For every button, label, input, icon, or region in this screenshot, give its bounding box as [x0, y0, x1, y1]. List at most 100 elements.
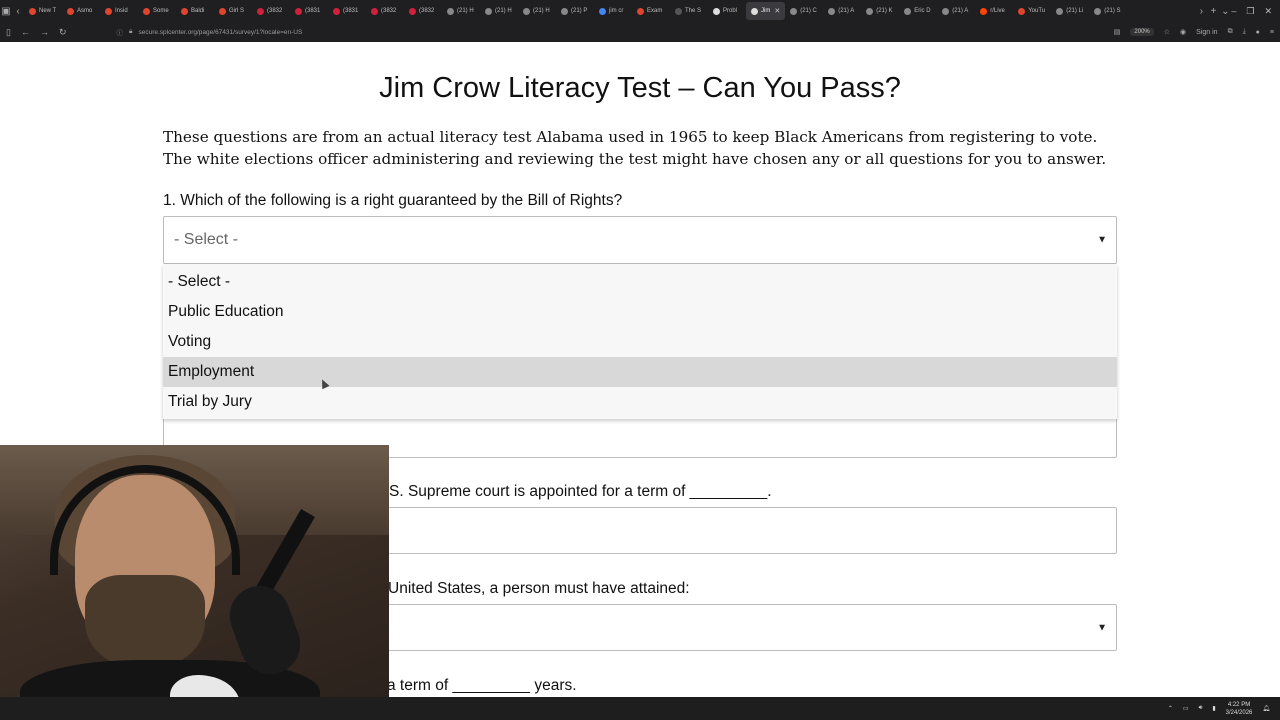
bookmark-star-icon[interactable]: ☆	[1164, 28, 1170, 36]
tab-label: Eric D	[914, 8, 931, 14]
back-icon[interactable]: ←	[21, 27, 30, 37]
new-tab-icon[interactable]: +	[1207, 6, 1219, 17]
dropdown-arrow-icon[interactable]: ▼	[1097, 235, 1107, 246]
browser-tab-bar: ▣ ‹ New T Asmo Insid Some Baldi Girl S (3832 (3…	[0, 0, 1280, 22]
tab-label: (21) Li	[1066, 8, 1084, 14]
tab-favicon-icon	[599, 7, 606, 15]
tab-favicon-icon	[904, 7, 912, 15]
browser-tab[interactable]: Jim ✕	[746, 2, 786, 20]
webcam-overlay	[0, 445, 389, 720]
notification-icon[interactable]: ●	[1256, 29, 1260, 36]
network-icon[interactable]: ▭	[1183, 705, 1189, 712]
browser-tab[interactable]: The S	[670, 2, 708, 20]
sidebar-toggle-icon[interactable]: ▯	[6, 27, 11, 38]
browser-tab[interactable]: (21) A	[823, 2, 861, 20]
browser-tab[interactable]: (3832	[252, 2, 290, 20]
browser-tab[interactable]: (21) H	[442, 2, 480, 20]
browser-tab[interactable]: Eric D	[899, 2, 937, 20]
tab-label: (21) H	[457, 8, 474, 14]
tab-list-icon[interactable]: ⌄	[1219, 6, 1231, 17]
clock-time: 4:22 PM	[1227, 701, 1251, 708]
tab-label: (21) A	[838, 8, 855, 14]
tab-menu-icon[interactable]: ▣	[0, 6, 12, 17]
browser-tab[interactable]: YouTu	[1013, 2, 1051, 20]
tab-close-icon[interactable]: ✕	[774, 7, 780, 15]
dropdown-option[interactable]: - Select -	[163, 267, 1117, 297]
sign-in-link[interactable]: Sign in	[1196, 29, 1217, 36]
browser-tab[interactable]: Girl S	[214, 2, 252, 20]
question-1-select[interactable]: - Select - ▼	[163, 216, 1117, 264]
dropdown-option[interactable]: Trial by Jury	[163, 387, 1117, 417]
account-icon[interactable]: ◉	[1180, 28, 1186, 36]
close-window-icon[interactable]: ✕	[1264, 6, 1272, 17]
browser-tab[interactable]: (21) H	[518, 2, 556, 20]
tab-favicon-icon	[637, 7, 644, 15]
browser-tab[interactable]: (21) P	[556, 2, 594, 20]
browser-tab[interactable]: Some	[138, 2, 176, 20]
browser-tab[interactable]: (3831	[290, 2, 328, 20]
browser-tab[interactable]: Insid	[100, 2, 138, 20]
browser-tab[interactable]: Asmo	[62, 2, 100, 20]
notification-bell-icon[interactable]: 🔔︎	[1262, 705, 1270, 712]
tab-favicon-icon	[485, 7, 492, 15]
browser-tab[interactable]: jim cr	[594, 2, 632, 20]
info-icon[interactable]: ⓘ	[117, 27, 124, 37]
zoom-badge[interactable]: 200%	[1130, 28, 1154, 36]
tab-favicon-icon	[371, 7, 378, 15]
tab-favicon-icon	[181, 7, 188, 15]
tab-label: (3831	[343, 8, 359, 14]
browser-tab[interactable]: (21) A	[937, 2, 975, 20]
os-taskbar: ⌃ ▭ 🔊︎ ▮ 4:22 PM 3/24/2026 🔔︎	[0, 697, 1280, 720]
dropdown-option[interactable]: Public Education	[163, 297, 1117, 327]
tab-favicon-icon	[980, 7, 988, 15]
menu-icon[interactable]: ≡	[1270, 29, 1274, 36]
forward-icon[interactable]: →	[40, 27, 49, 37]
clock-date: 3/24/2026	[1225, 709, 1253, 716]
browser-tab[interactable]: (21) H	[480, 2, 518, 20]
tab-label: (21) S	[1104, 8, 1121, 14]
address-bar: ▯ ← → ↻ ⓘ 🔒︎ secure.splcenter.org/page/6…	[0, 22, 1280, 42]
reload-icon[interactable]: ↻	[59, 27, 67, 38]
tab-favicon-icon	[29, 7, 36, 15]
download-icon[interactable]: ⤓	[1243, 28, 1246, 36]
dropdown-option[interactable]: Voting	[163, 327, 1117, 357]
reader-icon[interactable]: ▤	[1114, 28, 1121, 36]
battery-icon[interactable]: ▮	[1212, 705, 1215, 712]
extensions-icon[interactable]: ⧉	[1228, 28, 1233, 36]
dropdown-arrow-icon[interactable]: ▼	[1097, 622, 1107, 633]
question-3-label: S. Supreme court is appointed for a term…	[389, 483, 772, 500]
tray-chevron-icon[interactable]: ⌃	[1168, 705, 1173, 712]
browser-tab[interactable]: r/Live	[975, 2, 1013, 20]
minimize-icon[interactable]: –	[1231, 6, 1236, 17]
dropdown-option[interactable]: Employment	[163, 357, 1117, 387]
browser-tab[interactable]: Exam	[632, 2, 670, 20]
tab-favicon-icon	[751, 7, 758, 15]
question-4-label: United States, a person must have attain…	[388, 580, 690, 597]
browser-tab[interactable]: New T	[24, 2, 62, 20]
restore-icon[interactable]: ❐	[1246, 6, 1254, 17]
browser-tab[interactable]: (3831	[328, 2, 366, 20]
tab-label: (21) H	[495, 8, 512, 14]
browser-tab[interactable]: (21) Li	[1051, 2, 1089, 20]
tab-scroll-left-icon[interactable]: ‹	[12, 6, 24, 17]
tab-favicon-icon	[295, 7, 302, 15]
browser-tab[interactable]: (21) S	[1089, 2, 1127, 20]
tab-favicon-icon	[257, 7, 264, 15]
tab-favicon-icon	[1056, 7, 1064, 15]
tab-label: Baldi	[191, 8, 205, 14]
browser-tab[interactable]: (3832	[404, 2, 442, 20]
browser-tab[interactable]: Baldi	[176, 2, 214, 20]
lock-icon[interactable]: 🔒︎	[129, 28, 132, 36]
browser-tab[interactable]: (21) C	[785, 2, 823, 20]
tab-label: (3832	[381, 8, 397, 14]
browser-tab[interactable]: (21) K	[861, 2, 899, 20]
taskbar-clock[interactable]: 4:22 PM 3/24/2026	[1226, 701, 1253, 717]
tab-scroll-right-icon[interactable]: ›	[1195, 6, 1207, 17]
browser-tab[interactable]: Probl	[708, 2, 746, 20]
url-field[interactable]: ⓘ 🔒︎ secure.splcenter.org/page/67431/sur…	[117, 27, 1104, 37]
tab-favicon-icon	[675, 7, 682, 15]
tab-favicon-icon	[105, 7, 112, 15]
tab-label: (21) H	[533, 8, 550, 14]
volume-icon[interactable]: 🔊︎	[1199, 705, 1203, 712]
browser-tab[interactable]: (3832	[366, 2, 404, 20]
